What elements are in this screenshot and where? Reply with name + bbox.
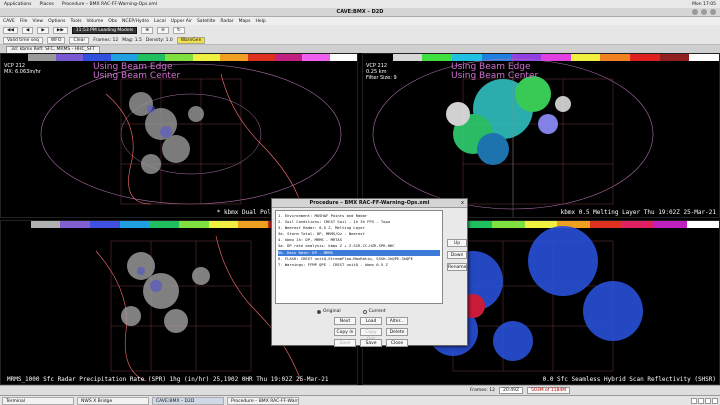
radar-display-area[interactable]: VCP 212 MX: 6.063in/hr Using Beam Edge U… [0, 53, 720, 385]
radar-map-pane-2 [372, 54, 654, 217]
zoom-in-icon[interactable]: ⊕ [141, 26, 154, 34]
system-top-bar: Applications Places Procedure – BMX RAC-… [0, 0, 720, 8]
memory-status: 503M of 1184M [527, 387, 571, 394]
menu-options[interactable]: Options [48, 19, 65, 24]
radio-original[interactable]: Original [317, 309, 341, 314]
loading-status: 11:53 PM Loading Models [71, 26, 138, 34]
minimize-button[interactable] [692, 9, 698, 15]
places-menu[interactable]: Places [40, 2, 54, 7]
step-back-button[interactable]: ◀ [21, 26, 34, 34]
dialog-close-icon[interactable]: x [461, 199, 464, 208]
down-button[interactable]: Down [447, 251, 467, 259]
workspace-4[interactable] [712, 397, 718, 404]
rename-button[interactable]: Rename... [447, 263, 471, 271]
pane-caption: MRMS_1000 Sfc Radar Precipitation Rate (… [7, 376, 329, 383]
delete-button[interactable]: Delete [386, 328, 408, 336]
radio-current[interactable]: Current [362, 309, 386, 314]
up-button[interactable]: Up [447, 239, 467, 247]
workspace-1[interactable] [691, 397, 697, 404]
menu-volume[interactable]: Volume [87, 19, 104, 24]
copy-out-button[interactable]: Copy Out [360, 328, 382, 342]
dialog-title: Procedure – BMX RAC-FF-Warning-Ops.xml [309, 200, 430, 206]
pane-caption: 0.0 Sfc Seamless Hybrid Scan Reflectivit… [542, 376, 716, 383]
filter-size-label: Filter Size: 9 [366, 75, 397, 81]
tab-radar-display[interactable]: 3d: kbmx Refl: SFC, MRMS - HHC_SFT [6, 46, 101, 53]
menu-local[interactable]: Local [154, 19, 166, 24]
time-status: 20:49Z [499, 387, 524, 394]
workspace-pager[interactable] [691, 397, 720, 404]
radio-dot [362, 309, 367, 314]
task-procedure[interactable]: Procedure – BMX RAC-FF-Warning... [227, 396, 299, 405]
clock: Mon 17:05 [692, 1, 716, 7]
beam-center-label: Using Beam Center [451, 71, 539, 81]
window-title: CAVE:BMX – D2D [336, 9, 384, 15]
menu-ncep-hydro[interactable]: NCEP/Hydro [122, 19, 149, 24]
taskbar: Terminal NWS X Bridge CAVE:BMX – D2D Pro… [0, 395, 720, 405]
editor-tab-strip: 3d: kbmx Refl: SFC, MRMS - HHC_SFT [0, 45, 720, 53]
step-forward-button[interactable]: ▶▶ [52, 26, 68, 34]
beam-legend: Using Beam Edge Using Beam Center [451, 63, 538, 81]
pane-upper-right[interactable]: VCP 212 0.25 km Filter Size: 9 Using Bea… [362, 53, 720, 218]
task-nws-bridge[interactable]: NWS X Bridge [77, 396, 149, 405]
list-item[interactable]: 7. Warnings: FFMP QPE - CREST unitQ - kb… [278, 262, 440, 268]
play-button[interactable]: ▶ [37, 26, 49, 34]
procedure-list[interactable]: 1. Environment: MUSHAF Points and Radar … [275, 210, 443, 304]
menu-view[interactable]: View [32, 19, 43, 24]
workspace-2[interactable] [698, 397, 704, 404]
load-button[interactable]: Load [360, 317, 382, 325]
menu-radar[interactable]: Radar [220, 19, 233, 24]
close-dialog-button[interactable]: Close [386, 339, 408, 347]
save-as-button[interactable]: Save As... [360, 339, 382, 353]
menu-cave[interactable]: CAVE [3, 19, 15, 24]
next-button[interactable]: Next [334, 317, 356, 325]
pane-info: VCP 212 MX: 6.063in/hr [4, 63, 41, 75]
menu-help[interactable]: Help [255, 19, 265, 24]
radio-dot [317, 309, 321, 314]
menu-bar: CAVE File View Options Tools Volume Obs … [0, 17, 720, 25]
menu-satellite[interactable]: Satellite [197, 19, 215, 24]
toolbar: ◀◀ ◀ ▶ ▶▶ 11:53 PM Loading Models ⊕ ⊖ ↻ … [0, 25, 720, 54]
menu-tools[interactable]: Tools [70, 19, 81, 24]
frames-status: Frames: 12 [470, 388, 496, 393]
maximize-button[interactable] [701, 9, 707, 15]
task-cave[interactable]: CAVE:BMX – D2D [152, 396, 224, 405]
status-bar: Frames: 12 20:49Z 503M of 1184M [0, 385, 720, 395]
window-titlebar: CAVE:BMX – D2D [0, 8, 720, 17]
copy-in-button[interactable]: Copy In [334, 328, 356, 336]
dialog-titlebar: Procedure – BMX RAC-FF-Warning-Ops.xml x [272, 199, 467, 208]
max-rate-label: MX: 6.063in/hr [4, 69, 41, 75]
menu-maps[interactable]: Maps [239, 19, 251, 24]
close-button[interactable] [710, 9, 716, 15]
alter-button[interactable]: Alter... [386, 317, 408, 325]
clear-button[interactable]: Clear [69, 36, 90, 44]
radio-current-label: Current [368, 309, 386, 314]
back-frame-button[interactable]: ◀◀ [3, 26, 18, 34]
wfo-select[interactable]: WFO [46, 36, 66, 44]
pane-upper-left[interactable]: VCP 212 MX: 6.063in/hr Using Beam Edge U… [0, 53, 358, 218]
beam-center-label: Using Beam Center [93, 71, 181, 81]
window-menu[interactable]: Procedure – BMX RAC-FF-Warning-Ops.xml [62, 2, 157, 7]
workspace-3[interactable] [705, 397, 711, 404]
menu-upper-air[interactable]: Upper Air [171, 19, 192, 24]
applications-menu[interactable]: Applications [4, 2, 32, 7]
save-button[interactable]: Save [334, 339, 356, 347]
mag-label[interactable]: Mag: 1.5 [122, 38, 142, 43]
menu-file[interactable]: File [20, 19, 28, 24]
beam-legend: Using Beam Edge Using Beam Center [93, 63, 180, 81]
zoom-out-icon[interactable]: ⊖ [157, 26, 169, 34]
warngen-button[interactable]: WarnGen [176, 36, 206, 44]
task-terminal[interactable]: Terminal [2, 396, 74, 405]
density-label[interactable]: Density: 1.0 [146, 38, 173, 43]
radio-original-label: Original [323, 309, 341, 314]
pane-info: VCP 212 0.25 km Filter Size: 9 [366, 63, 397, 81]
menu-obs[interactable]: Obs [108, 19, 117, 24]
procedure-dialog[interactable]: Procedure – BMX RAC-FF-Warning-Ops.xml x… [271, 198, 471, 353]
refresh-icon[interactable]: ↻ [172, 26, 185, 34]
frames-label[interactable]: Frames: 12 [93, 38, 118, 43]
valid-time-select[interactable]: Valid time seq [3, 36, 43, 44]
